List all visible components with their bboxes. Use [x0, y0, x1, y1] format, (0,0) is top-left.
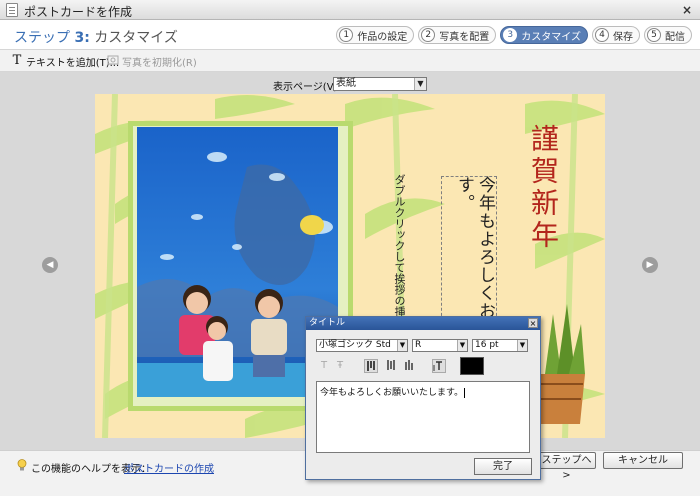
next-step-button[interactable]: ステップへ >: [537, 452, 596, 481]
step-item-deliver[interactable]: 5 配信: [644, 26, 692, 44]
next-page-button[interactable]: ▶: [642, 257, 658, 273]
step-item-customize[interactable]: 3 カスタマイズ: [500, 26, 588, 44]
chevron-down-icon: ▼: [457, 340, 467, 351]
previous-page-button[interactable]: ◀: [42, 257, 58, 273]
step-title: ステップ 3: カスタマイズ: [14, 27, 178, 47]
step-label: 保存: [613, 31, 633, 43]
reset-photo-label: 写真を初期化(R): [122, 57, 197, 69]
chevron-down-icon: ▼: [414, 78, 426, 90]
kadomatsu-decoration: [535, 304, 585, 424]
step-number-badge: 4: [595, 28, 609, 42]
step-label: 写真を配置: [439, 31, 490, 43]
greeting-text[interactable]: 謹賀新年: [523, 124, 563, 252]
add-text-button[interactable]: T テキストを追加(T)...: [10, 53, 120, 69]
font-size-select[interactable]: 16 pt ▼: [472, 339, 528, 352]
step-item-settings[interactable]: 1 作品の設定: [336, 26, 415, 44]
step-number-badge: 3: [503, 28, 518, 42]
font-family-value: 小塚ゴシック Std: [319, 340, 391, 350]
step-label: 作品の設定: [357, 31, 408, 43]
step-number-badge: 5: [647, 28, 661, 42]
chevron-down-icon: ▼: [517, 340, 527, 351]
font-style-value: R: [415, 340, 422, 350]
step-label: カスタマイズ: [521, 31, 581, 43]
step-number-badge: 2: [421, 28, 436, 42]
dialog-close-icon[interactable]: ×: [528, 318, 538, 328]
toolbar: T テキストを追加(T)... 写真を初期化(R): [0, 50, 700, 72]
text-tool-icon[interactable]: T: [318, 359, 330, 373]
step-name: カスタマイズ: [89, 30, 178, 46]
reset-photo-icon: [106, 54, 120, 68]
text-content-value: 今年もよろしくお願いいたします。: [320, 388, 464, 398]
vertical-text-icon[interactable]: [432, 359, 446, 373]
help-link[interactable]: ポストカードの作成: [124, 460, 214, 475]
step-prefix: ステップ: [14, 30, 75, 46]
text-size-icon[interactable]: Ŧ: [334, 359, 346, 373]
page-select-value: 表紙: [336, 78, 356, 89]
text-tool-icon: T: [12, 53, 22, 68]
step-navigator: 1 作品の設定 2 写真を配置 3 カスタマイズ 4 保存 5 配信: [332, 26, 692, 46]
step-number-badge: 1: [339, 28, 354, 42]
close-icon[interactable]: ×: [680, 3, 694, 17]
step-item-place-photos[interactable]: 2 写真を配置: [418, 26, 497, 44]
text-color-swatch[interactable]: [460, 357, 484, 375]
window-title: ポストカードを作成: [24, 5, 133, 19]
step-item-save[interactable]: 4 保存: [592, 26, 640, 44]
font-family-select[interactable]: 小塚ゴシック Std ▼: [316, 339, 408, 352]
step-label: 配信: [665, 31, 685, 43]
document-icon: [6, 3, 18, 17]
font-style-select[interactable]: R ▼: [412, 339, 468, 352]
align-center-icon[interactable]: [384, 359, 398, 373]
align-top-icon[interactable]: [364, 359, 378, 373]
title-bar: ポストカードを作成 ×: [0, 0, 700, 20]
dialog-title: タイトル: [309, 318, 346, 328]
step-number: 3:: [74, 30, 90, 46]
cancel-button[interactable]: キャンセル: [603, 452, 683, 469]
text-content-input[interactable]: 今年もよろしくお願いいたします。: [316, 381, 530, 453]
page-select-label: 表示ページ(V):: [273, 82, 341, 93]
step-header: ステップ 3: カスタマイズ 1 作品の設定 2 写真を配置 3 カスタマイズ …: [0, 20, 700, 50]
reset-photo-button[interactable]: 写真を初期化(R): [106, 53, 197, 69]
font-size-value: 16 pt: [475, 340, 499, 350]
chevron-down-icon: ▼: [397, 340, 407, 351]
done-button[interactable]: 完了: [474, 458, 532, 475]
align-bottom-icon[interactable]: [402, 359, 416, 373]
page-select[interactable]: 表紙 ▼: [333, 77, 427, 91]
dialog-title-bar: タイトル ×: [306, 317, 540, 330]
text-edit-dialog: タイトル × 小塚ゴシック Std ▼ R ▼ 16 pt ▼ T Ŧ 今年もよ…: [305, 316, 541, 480]
lightbulb-icon: [17, 459, 27, 471]
